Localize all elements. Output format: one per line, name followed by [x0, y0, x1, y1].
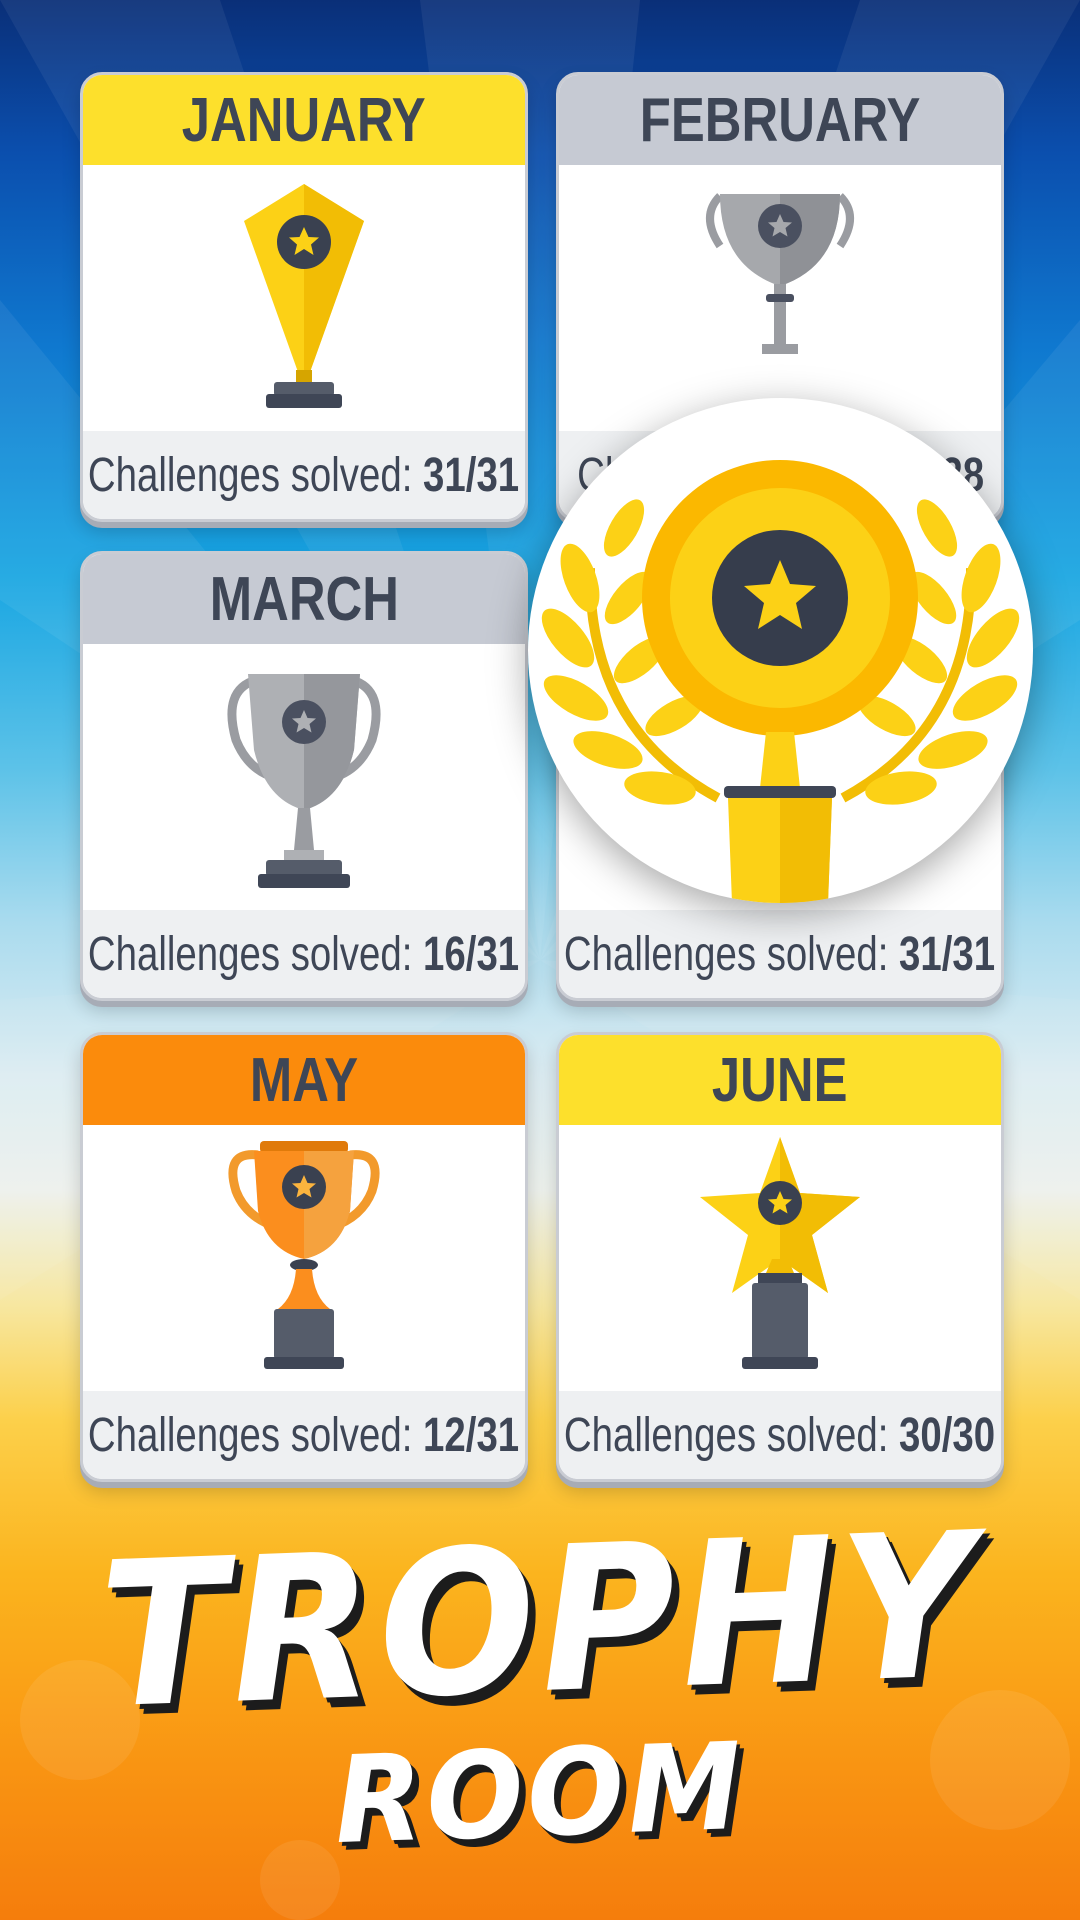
gold-laurel-trophy-icon — [541, 460, 1020, 903]
month-header: FEBRUARY — [559, 75, 1001, 165]
month-card-may[interactable]: MAY Challenges solved: 12/31 — [80, 1032, 528, 1482]
challenges-footer: Challenges solved: 30/30 — [559, 1391, 1001, 1479]
month-card-march[interactable]: MARCH Challenges solved: 16/31 — [80, 551, 528, 1001]
month-card-june[interactable]: JUNE Challenges solved: 30/30 — [556, 1032, 1004, 1482]
challenges-footer: Challenges solved: 16/31 — [83, 910, 525, 998]
month-header: JUNE — [559, 1035, 1001, 1125]
bronze-cup-trophy-icon — [83, 1125, 525, 1387]
gold-kite-trophy-icon — [83, 165, 525, 427]
challenges-footer: Challenges solved: 31/31 — [559, 910, 1001, 998]
silver-cup-trophy-icon — [559, 165, 1001, 427]
month-header: MAY — [83, 1035, 525, 1125]
gold-star-trophy-icon — [559, 1125, 1001, 1387]
month-card-january[interactable]: JANUARY Challenges solved: 31/31 — [80, 72, 528, 522]
challenges-footer: Challenges solved: 31/31 — [83, 431, 525, 519]
challenges-footer: Challenges solved: 12/31 — [83, 1391, 525, 1479]
silver-handled-cup-icon — [83, 644, 525, 906]
month-header: MARCH — [83, 554, 525, 644]
featured-trophy-badge — [528, 398, 1033, 903]
month-header: JANUARY — [83, 75, 525, 165]
